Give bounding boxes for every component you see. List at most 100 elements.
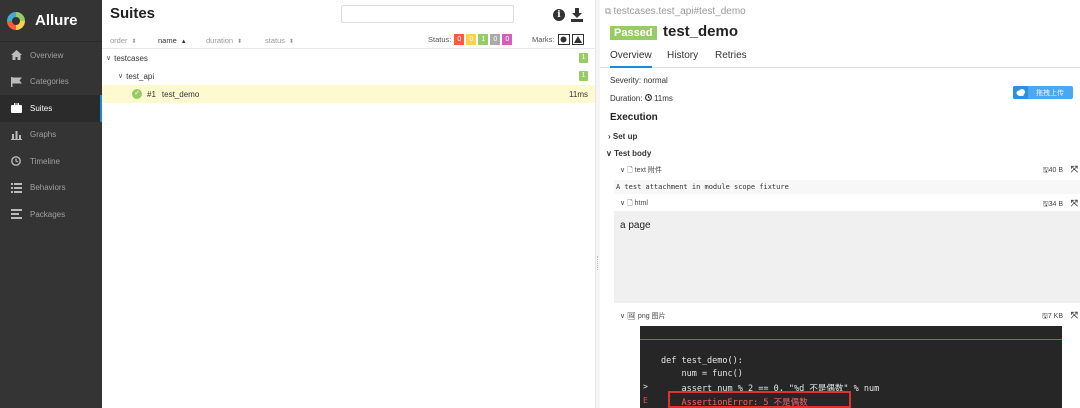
attachment-header-html[interactable]: ∨ 🗋 html: [620, 199, 648, 210]
new-failed-mark-icon[interactable]: [571, 34, 584, 45]
chevron-down-icon: ∨: [606, 149, 615, 158]
sidebar-item-suites[interactable]: Suites: [0, 95, 102, 122]
upload-button[interactable]: 拖拽上传: [1013, 86, 1073, 99]
test-detail-pane: ⧉ testcases.test_api#test_demo Passed tes…: [600, 0, 1080, 408]
status-label: Status:: [428, 35, 452, 44]
setup-label: Set up: [612, 132, 638, 141]
sidebar-item-label: Suites: [30, 103, 53, 113]
sort-status[interactable]: status ⬍: [265, 36, 294, 45]
duration-value: 11ms: [653, 94, 673, 103]
attachment-name: text 附件: [634, 167, 662, 174]
expand-icon[interactable]: ⤧: [1071, 310, 1078, 321]
status-badge: Passed: [610, 26, 657, 40]
cloud-icon: [1013, 86, 1028, 99]
logo[interactable]: Allure: [0, 0, 102, 42]
duration-label: Duration:: [610, 94, 643, 103]
sidebar-item-label: Timeline: [30, 156, 60, 166]
code-separator: [640, 339, 1062, 340]
sidebar: Allure Overview Categories Suites Graphs: [0, 0, 102, 408]
status-unknown-badge[interactable]: 0: [502, 34, 513, 45]
splitter-grip-icon: [597, 256, 599, 270]
home-icon: [10, 50, 22, 61]
test-case-row[interactable]: ✓ #1 test_demo 11ms: [102, 85, 595, 103]
test-index: #1: [147, 89, 156, 99]
code-gutter: >: [643, 382, 648, 391]
suites-tree: ∨ testcases 1 ∨ test_api 1 ✓ #1 test_dem…: [102, 49, 595, 103]
sidebar-nav: Overview Categories Suites Graphs Timeli…: [0, 42, 102, 228]
bar-chart-icon: [10, 130, 22, 140]
expand-icon[interactable]: ⤧: [1071, 198, 1078, 209]
expand-icon[interactable]: ⤧: [1071, 164, 1078, 175]
search-input[interactable]: [341, 5, 514, 23]
sidebar-item-graphs[interactable]: Graphs: [0, 122, 102, 149]
test-title: test_demo: [663, 23, 739, 40]
sort-arrows-icon: ⬍: [289, 39, 295, 45]
breadcrumb: ⧉ testcases.test_api#test_demo: [605, 6, 746, 17]
count-badge: 1: [579, 71, 588, 81]
sidebar-item-overview[interactable]: Overview: [0, 42, 102, 69]
file-icon: 🗋: [627, 200, 635, 207]
suites-pane: Suites i order ⬍ name ▲ duration ⬍ status ⬍ …: [102, 0, 595, 408]
attachment-size-value: 34 B: [1048, 201, 1063, 208]
tree-node-label: test_api: [126, 71, 155, 81]
attachment-size: 🖫34 B: [1043, 200, 1063, 211]
sort-name[interactable]: name ▲: [158, 36, 187, 45]
setup-section[interactable]: › Set up: [608, 132, 637, 141]
tree-node-label: testcases: [114, 53, 148, 63]
attachment-image-code: def test_demo(): num = func() > assert n…: [640, 326, 1062, 408]
brand-name: Allure: [35, 12, 78, 29]
lines-icon: [10, 209, 22, 220]
tab-history[interactable]: History: [667, 50, 698, 61]
status-passed-badge[interactable]: 1: [478, 34, 489, 45]
page-title: Suites: [110, 5, 156, 22]
download-icon[interactable]: [571, 8, 583, 22]
severity: Severity: normal: [610, 76, 668, 85]
html-content: a page: [620, 220, 651, 231]
attachment-content-html: a page: [614, 211, 1080, 303]
list-icon: [10, 182, 22, 193]
test-name: test_demo: [161, 89, 200, 99]
duration: Duration: 11ms: [610, 94, 673, 103]
suites-header: Suites i: [102, 0, 595, 32]
attachment-header-text[interactable]: ∨ 🗋 text 附件: [620, 165, 662, 177]
sidebar-item-categories[interactable]: Categories: [0, 69, 102, 96]
tab-overview[interactable]: Overview: [610, 50, 652, 68]
marks-label: Marks:: [532, 35, 555, 44]
error-highlight-box: [668, 391, 851, 408]
attachment-name: html: [634, 200, 648, 207]
chevron-down-icon: ∨: [106, 55, 112, 62]
sidebar-item-packages[interactable]: Packages: [0, 201, 102, 228]
copy-icon[interactable]: ⧉: [605, 6, 611, 16]
attachment-size-value: 7 KB: [1047, 313, 1063, 320]
status-broken-badge[interactable]: 0: [466, 34, 477, 45]
sidebar-item-label: Packages: [30, 209, 66, 219]
status-failed-badge[interactable]: 0: [454, 34, 465, 45]
sort-duration[interactable]: duration ⬍: [206, 36, 242, 45]
flag-icon: [10, 76, 22, 87]
code-line: num = func(): [661, 369, 743, 379]
passed-check-icon: ✓: [132, 89, 142, 99]
flaky-mark-icon[interactable]: [557, 34, 570, 45]
upload-label: 拖拽上传: [1036, 89, 1064, 97]
sort-status-label: status: [265, 36, 286, 45]
sort-name-label: name: [158, 36, 177, 45]
attachment-size: 🖫40 B: [1043, 166, 1063, 177]
sidebar-item-label: Graphs: [30, 130, 57, 140]
sidebar-item-behaviors[interactable]: Behaviors: [0, 175, 102, 202]
sidebar-item-timeline[interactable]: Timeline: [0, 148, 102, 175]
sidebar-item-label: Behaviors: [30, 183, 66, 193]
execution-heading: Execution: [610, 112, 658, 123]
test-body-section[interactable]: ∨ Test body: [606, 149, 651, 158]
sidebar-item-label: Categories: [30, 77, 69, 87]
info-icon[interactable]: i: [553, 9, 565, 21]
attachment-header-png[interactable]: ∨ 🖼 png 图片: [620, 311, 666, 321]
attachment-content-text: A test attachment in module scope fixtur…: [614, 180, 1080, 194]
tree-node-test-api[interactable]: ∨ test_api 1: [102, 67, 595, 85]
attachment-size: 🖫7 KB: [1042, 312, 1063, 323]
test-body-label: Test body: [614, 149, 652, 158]
tab-retries[interactable]: Retries: [715, 50, 747, 61]
status-skipped-badge[interactable]: 0: [490, 34, 501, 45]
tree-node-testcases[interactable]: ∨ testcases 1: [102, 49, 595, 67]
sort-order[interactable]: order ⬍: [110, 36, 137, 45]
sort-duration-label: duration: [206, 36, 234, 45]
